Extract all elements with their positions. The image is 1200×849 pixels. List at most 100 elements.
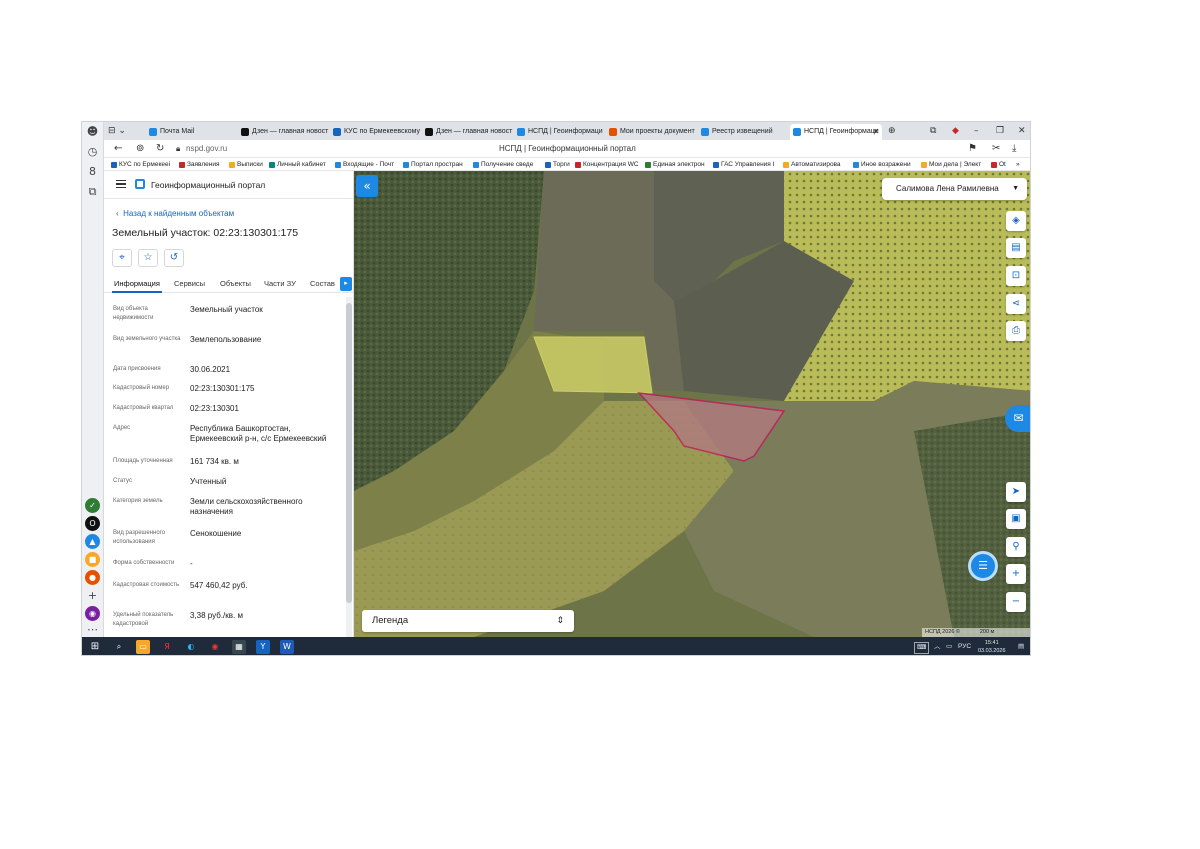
tab-services[interactable]: Сервисы [174, 279, 205, 288]
app-shortcut-icon[interactable]: O [85, 516, 100, 531]
keyboard-icon[interactable]: ⌨ [914, 642, 930, 654]
bookmark-item[interactable]: Иное возражени [852, 159, 911, 170]
tab-composition[interactable]: Состав [310, 279, 335, 288]
zoom-out-button[interactable]: − [1006, 592, 1026, 612]
profile-icon[interactable]: ☻ [85, 124, 100, 139]
bookmark-item[interactable]: Автоматизирова [782, 159, 841, 170]
user-menu-button[interactable]: Салимова Лена Рамилевна ▼ [882, 178, 1027, 200]
bookmark-item[interactable]: Мои дела | Элект [920, 159, 981, 170]
screenshot-icon[interactable]: ⧉ [85, 184, 100, 199]
satellite-map[interactable] [354, 171, 1031, 637]
sidebar-scrollbar[interactable] [346, 297, 352, 637]
search-icon[interactable]: ⌕ [112, 640, 126, 654]
new-tab-icon[interactable]: ⊕ [888, 122, 896, 140]
home-icon[interactable]: ⊚ [136, 141, 144, 157]
network-icon[interactable]: ▭ [946, 640, 952, 654]
counter-icon[interactable]: 8 [85, 164, 100, 179]
history-button[interactable]: ↺ [164, 249, 184, 267]
select-area-button[interactable]: ⊡ [1006, 266, 1026, 286]
tab-menu-icon[interactable]: ⊟ ⌄ [108, 122, 126, 140]
language-indicator[interactable]: РУС [958, 640, 971, 654]
zoom-to-object-button[interactable]: ⌖ [112, 249, 132, 267]
tray-chevron-icon[interactable]: ︿ [934, 640, 941, 654]
my-location-button[interactable]: ➤ [1006, 482, 1026, 502]
chat-button[interactable]: ☰ [968, 551, 998, 581]
bookmark-item[interactable]: Получение сведе [472, 159, 533, 170]
browser-tab[interactable]: Почта Mail [146, 124, 238, 140]
feedback-button[interactable]: ✉ [1005, 405, 1030, 432]
start-icon[interactable]: ⊞ [88, 640, 102, 654]
url-field[interactable]: nspd.gov.ru [186, 144, 227, 153]
download-icon[interactable]: ⤓ [1012, 141, 1016, 157]
tab-parts[interactable]: Части ЗУ [264, 279, 296, 288]
system-clock[interactable]: 15:41 03.03.2026 [978, 639, 1006, 655]
app-shortcut-icon[interactable]: ■ [85, 552, 100, 567]
favorite-button[interactable]: ☆ [138, 249, 158, 267]
browser-tab[interactable]: Реестр извещений [698, 124, 790, 140]
back-to-results-link[interactable]: ‹ Назад к найденным объектам [116, 209, 234, 218]
back-arrow-icon[interactable]: ← [114, 141, 122, 157]
extensions-icon[interactable]: ⧉ [930, 122, 936, 140]
close-window-icon[interactable]: ✕ [1018, 122, 1026, 140]
bookmark-icon[interactable]: ⚑ [968, 141, 977, 157]
bookmark-item[interactable]: Единая электрон [644, 159, 705, 170]
bookmark-item[interactable]: Выписки [228, 159, 263, 170]
layers-button[interactable]: ◈ [1006, 211, 1026, 231]
notifications-icon[interactable]: ◆ [952, 122, 959, 140]
bookmark-item[interactable]: ГАС Управления І [712, 159, 774, 170]
close-tab-icon[interactable]: ✕ [872, 124, 879, 140]
file-explorer-icon[interactable]: ▭ [136, 640, 150, 654]
tab-objects[interactable]: Объекты [220, 279, 251, 288]
map-view[interactable]: « Салимова Лена Рамилевна ▼ ◈ ▤ ⊡ ⋖ ⎙ ✉ … [354, 171, 1031, 637]
legend-dropdown[interactable]: Легенда ⇕ [362, 610, 574, 632]
app-shortcut-icon[interactable]: ✓ [85, 498, 100, 513]
assistant-icon[interactable]: ◉ [85, 606, 100, 621]
edge-icon[interactable]: ◐ [184, 640, 198, 654]
bookmark-item[interactable]: КУС по Ермекееі [110, 159, 170, 170]
word-icon[interactable]: W [280, 640, 294, 654]
yandex-browser-icon[interactable]: Y [256, 640, 270, 654]
portal-name[interactable]: Геоинформационный портал [151, 180, 265, 190]
tab-information[interactable]: Информация [114, 279, 160, 288]
property-value: Учтенный [190, 477, 227, 486]
bookmark-item[interactable]: Заявления [178, 159, 220, 170]
bookmark-item[interactable]: Портал простран [402, 159, 463, 170]
adjacent-parcel[interactable] [533, 336, 653, 394]
yandex-icon[interactable]: Я [160, 640, 174, 654]
ruler-button[interactable]: ▤ [1006, 238, 1026, 258]
basemap-button[interactable]: ▣ [1006, 509, 1026, 529]
share-button[interactable]: ⋖ [1006, 294, 1026, 314]
notification-center-icon[interactable]: ▤ [1018, 640, 1024, 654]
browser-tab[interactable]: Мои проекты документ [606, 124, 698, 140]
calculator-icon[interactable]: ▦ [232, 640, 246, 654]
app-shortcut-icon[interactable]: ▲ [85, 534, 100, 549]
tabs-next-button[interactable]: ▸ [340, 277, 352, 291]
restore-icon[interactable]: ❐ [996, 122, 1004, 140]
more-bookmarks-icon[interactable]: » [1016, 159, 1020, 170]
bookmark-item[interactable]: Личный кабинет [268, 159, 326, 170]
history-icon[interactable]: ◷ [85, 144, 100, 159]
bookmark-item[interactable]: Входящие - Почт [334, 159, 394, 170]
print-button[interactable]: ⎙ [1006, 321, 1026, 341]
layers-icon: ◈ [1012, 215, 1020, 226]
bookmark-item[interactable]: Торги [544, 159, 570, 170]
location-pin-button[interactable]: ⚲ [1006, 537, 1026, 557]
menu-icon[interactable] [116, 180, 126, 188]
reload-icon[interactable]: ↻ [156, 141, 164, 157]
bookmark-item[interactable]: Концентрация WC [574, 159, 639, 170]
browser-tab[interactable]: Дзен — главная новост [238, 124, 330, 140]
chrome-icon[interactable]: ◉ [208, 640, 222, 654]
browser-tab[interactable]: НСПД | Геоинформаци [514, 124, 606, 140]
scrollbar-thumb[interactable] [346, 303, 352, 603]
add-icon[interactable]: + [85, 588, 100, 603]
tools-icon[interactable]: ✂ [992, 141, 1000, 157]
browser-tab[interactable]: Дзен — главная новост [422, 124, 514, 140]
bookmark-item[interactable]: Ot [990, 159, 1006, 170]
more-icon[interactable]: ⋯ [85, 622, 100, 637]
browser-tab-active[interactable]: НСПД | Геоинформаци ✕ [790, 124, 882, 140]
app-shortcut-icon[interactable]: ● [85, 570, 100, 585]
browser-tab[interactable]: КУС по Ермекеевскому [330, 124, 422, 140]
minimize-icon[interactable]: – [974, 122, 979, 140]
zoom-in-button[interactable]: + [1006, 564, 1026, 584]
collapse-sidebar-button[interactable]: « [356, 175, 378, 197]
